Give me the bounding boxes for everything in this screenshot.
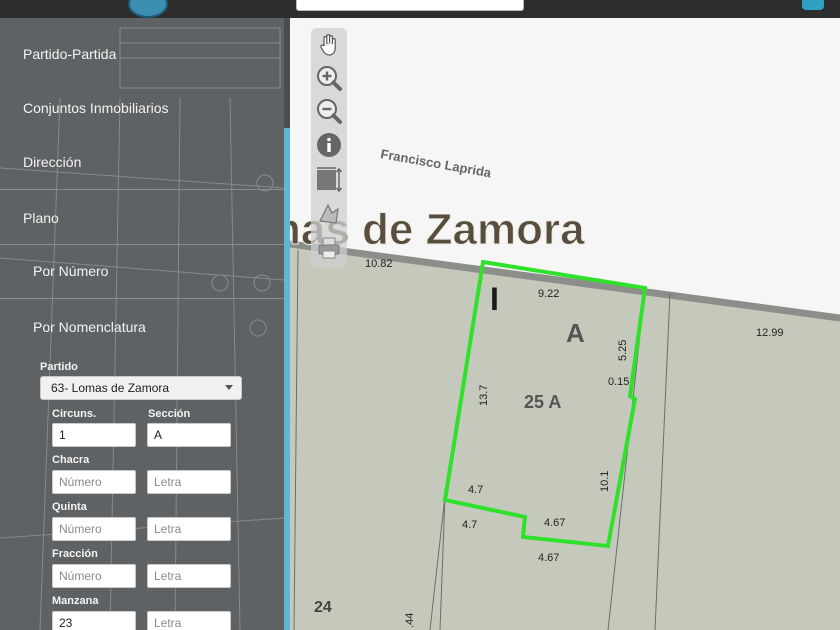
nav-por-nomenclatura[interactable]: Por Nomenclatura	[0, 319, 284, 335]
neighbor-parcel-label: 24	[314, 599, 332, 616]
quinta-numero-input[interactable]	[52, 517, 136, 541]
menu-corner-icon[interactable]	[802, 0, 824, 10]
chacra-label: Chacra	[52, 454, 90, 466]
dimension-label: 12.99	[756, 327, 784, 339]
print-button[interactable]	[314, 233, 344, 263]
full-extent-button[interactable]	[314, 165, 344, 195]
pan-hand-icon	[320, 34, 336, 56]
info-button[interactable]	[314, 130, 344, 160]
measure-button[interactable]	[314, 199, 344, 229]
map-toolbar	[311, 28, 347, 268]
app-logo[interactable]	[128, 0, 168, 18]
nav-divider	[0, 298, 284, 299]
nav-partido-partida[interactable]: Partido-Partida	[0, 46, 284, 62]
dimension-label: 13.7	[478, 385, 490, 406]
manzana-numero-input[interactable]	[52, 611, 136, 630]
dimension-label: 0.15	[608, 376, 629, 388]
info-icon	[317, 133, 341, 157]
fraccion-letra-input[interactable]	[147, 564, 231, 588]
measure-icon	[319, 203, 339, 224]
zoom-out-button[interactable]	[314, 96, 344, 126]
nav-conjuntos-inmobiliarios[interactable]: Conjuntos Inmobiliarios	[0, 100, 284, 116]
manzana-letra-input[interactable]	[147, 611, 231, 630]
zoom-out-icon	[317, 99, 342, 124]
circuns-label: Circuns.	[52, 408, 97, 420]
block-letter-label: I	[490, 281, 499, 317]
chevron-down-icon	[225, 385, 233, 390]
partido-label: Partido	[40, 361, 78, 373]
top-bar	[0, 0, 840, 18]
quinta-letra-input[interactable]	[147, 517, 231, 541]
dimension-label: 10.82	[365, 258, 393, 270]
nav-divider	[0, 189, 284, 190]
zoom-in-icon	[317, 66, 342, 91]
dimension-label: 9.22	[538, 288, 559, 300]
quinta-label: Quinta	[52, 501, 87, 513]
nav-divider	[0, 244, 284, 245]
pan-tool-button[interactable]	[314, 30, 344, 60]
seccion-input[interactable]	[147, 423, 231, 447]
sidebar-scrollbar-thumb[interactable]	[284, 128, 290, 630]
parcel-letter-label: A	[566, 318, 585, 348]
dimension-label: 4.67	[538, 552, 559, 564]
sidebar: Partido-Partida Conjuntos Inmobiliarios …	[0, 18, 284, 630]
nav-plano[interactable]: Plano	[0, 210, 284, 226]
dimension-label: 4.7	[462, 519, 477, 531]
map-view[interactable]: Francisco Laprida Lomas de Zamora I A 25…	[290, 18, 840, 630]
print-icon	[318, 237, 340, 259]
dimension-label: 5.25	[617, 340, 629, 361]
dimension-label: 4.7	[468, 484, 483, 496]
chacra-numero-input[interactable]	[52, 470, 136, 494]
chacra-letra-input[interactable]	[147, 470, 231, 494]
dimension-label: 4.67	[544, 517, 565, 529]
manzana-label: Manzana	[52, 595, 99, 607]
full-extent-icon	[317, 167, 343, 193]
fraccion-numero-input[interactable]	[52, 564, 136, 588]
seccion-label: Sección	[148, 408, 191, 420]
nav-por-numero[interactable]: Por Número	[0, 263, 284, 279]
fraccion-label: Fracción	[52, 548, 98, 560]
zoom-in-button[interactable]	[314, 63, 344, 93]
search-input[interactable]	[296, 0, 524, 11]
nav-direccion[interactable]: Dirección	[0, 154, 284, 170]
partido-select[interactable]: 63- Lomas de Zamora	[40, 376, 242, 400]
parcel-id-label: 25 A	[524, 392, 561, 412]
partido-select-value: 63- Lomas de Zamora	[51, 381, 170, 395]
dimension-label: .44	[404, 613, 416, 628]
dimension-label: 10.1	[599, 471, 611, 492]
circuns-input[interactable]	[52, 423, 136, 447]
